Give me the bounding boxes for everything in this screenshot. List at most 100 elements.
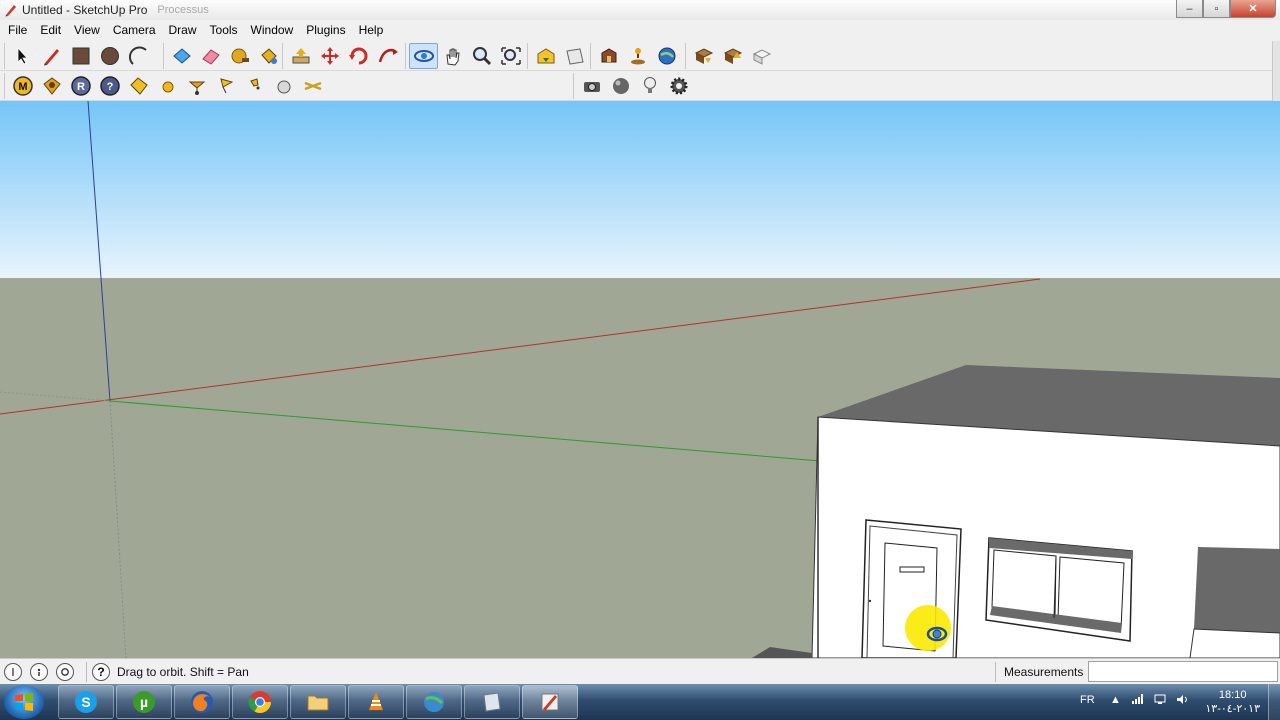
- get-models-icon[interactable]: [689, 43, 718, 69]
- measurements-input[interactable]: [1088, 661, 1278, 682]
- main-toolbar: [0, 41, 1272, 71]
- m-icon[interactable]: M: [8, 73, 37, 99]
- menu-view[interactable]: View: [66, 23, 105, 37]
- toolbar-group-camera: [405, 43, 525, 69]
- pin-icon[interactable]: [240, 73, 269, 99]
- language-indicator[interactable]: FR: [1080, 694, 1095, 706]
- question-icon[interactable]: ?: [95, 73, 124, 99]
- make-component-icon[interactable]: [167, 43, 196, 69]
- menu-tools[interactable]: Tools: [202, 23, 243, 37]
- maximize-button[interactable]: ▫: [1203, 0, 1230, 18]
- line-icon[interactable]: [37, 43, 66, 69]
- extension-icon[interactable]: [747, 43, 776, 69]
- toolbar-group-components: [685, 43, 776, 69]
- ball-icon[interactable]: [606, 73, 635, 99]
- measurements-label: Measurements: [1004, 665, 1084, 679]
- google-earth-icon[interactable]: [652, 43, 681, 69]
- signal-icon[interactable]: [1132, 694, 1144, 707]
- firefox-icon[interactable]: [174, 685, 230, 719]
- menu-draw[interactable]: Draw: [161, 23, 202, 37]
- vlc-icon[interactable]: [348, 685, 404, 719]
- status-hint: Drag to orbit. Shift = Pan: [117, 665, 249, 679]
- circle-icon[interactable]: [95, 43, 124, 69]
- toolbar-group-google: [590, 43, 681, 69]
- add-location-icon[interactable]: [623, 43, 652, 69]
- bulb-icon[interactable]: [635, 73, 664, 99]
- rectangle-icon[interactable]: [66, 43, 95, 69]
- photo-textures-icon[interactable]: [594, 43, 623, 69]
- rotate-icon[interactable]: [344, 43, 373, 69]
- arc-icon[interactable]: [124, 43, 153, 69]
- menu-plugins[interactable]: Plugins: [298, 23, 350, 37]
- zoom-extents-icon[interactable]: [496, 43, 525, 69]
- cone-icon[interactable]: [182, 73, 211, 99]
- close-button[interactable]: ✕: [1230, 0, 1276, 18]
- select-icon[interactable]: [8, 43, 37, 69]
- gear-icon[interactable]: [664, 73, 693, 99]
- orbit-icon[interactable]: [409, 43, 438, 69]
- tape-measure-icon[interactable]: [225, 43, 254, 69]
- network-tray-icon[interactable]: [1154, 694, 1166, 708]
- flag-icon[interactable]: [211, 73, 240, 99]
- network-icon[interactable]: [406, 685, 462, 719]
- window-ghost-title: Processus: [157, 4, 209, 16]
- sketchup-icon[interactable]: [522, 685, 578, 719]
- menu-help[interactable]: Help: [351, 23, 389, 37]
- chrome-icon[interactable]: [232, 685, 288, 719]
- volume-icon[interactable]: [1176, 694, 1188, 708]
- eraser-icon[interactable]: [196, 43, 225, 69]
- share-model-icon[interactable]: [560, 43, 589, 69]
- utorrent-icon[interactable]: µ: [116, 685, 172, 719]
- toolbar-group-warehouse: [527, 43, 589, 69]
- lines-icon[interactable]: [298, 73, 327, 99]
- toolbar-group-draw: [4, 43, 153, 69]
- sphere-icon[interactable]: [269, 73, 298, 99]
- toolbar-scrollbar[interactable]: [1272, 41, 1280, 101]
- menu-camera[interactable]: Camera: [105, 23, 161, 37]
- menu-edit[interactable]: Edit: [32, 23, 66, 37]
- follow-me-icon[interactable]: [373, 43, 402, 69]
- cursor-highlight: [905, 605, 951, 651]
- share-component-icon[interactable]: [718, 43, 747, 69]
- status-separator: [86, 662, 87, 682]
- pan-icon[interactable]: [438, 43, 467, 69]
- r-icon[interactable]: R: [66, 73, 95, 99]
- tag-icon[interactable]: [124, 73, 153, 99]
- model-viewport[interactable]: [0, 101, 1280, 658]
- tray-expand-icon[interactable]: ▲: [1110, 694, 1121, 706]
- toolbar-group-render: [573, 73, 693, 99]
- house-side-opening: [1194, 547, 1280, 633]
- credits-icon[interactable]: [30, 663, 48, 681]
- show-desktop-button[interactable]: [1268, 684, 1280, 720]
- system-tray: FR ▲ 18:10 ٢٠١٣-٠٤-١٣: [1070, 684, 1280, 720]
- camera-icon[interactable]: [577, 73, 606, 99]
- start-button[interactable]: [4, 685, 44, 719]
- dot-icon[interactable]: [153, 73, 182, 99]
- push-pull-icon[interactable]: [286, 43, 315, 69]
- windows-taskbar: S µ FR ▲ 18:10 ٢٠١٣-٠٤-١٣: [0, 684, 1280, 720]
- menu-window[interactable]: Window: [243, 23, 299, 37]
- paint-bucket-icon[interactable]: [254, 43, 283, 69]
- notes-icon[interactable]: [464, 685, 520, 719]
- clock-date: ٢٠١٣-٠٤-١٣: [1205, 703, 1260, 715]
- menu-bar: File Edit View Camera Draw Tools Window …: [0, 20, 1280, 40]
- sign-in-icon[interactable]: [56, 663, 74, 681]
- sketchup-app-icon: [3, 2, 19, 18]
- svg-text:S: S: [81, 694, 90, 710]
- svg-text:µ: µ: [140, 694, 148, 710]
- warehouse-icon[interactable]: [531, 43, 560, 69]
- zoom-icon[interactable]: [467, 43, 496, 69]
- gem-icon[interactable]: [37, 73, 66, 99]
- help-icon[interactable]: ?: [92, 663, 110, 681]
- clock[interactable]: 18:10 ٢٠١٣-٠٤-١٣: [1205, 688, 1260, 716]
- windows-logo-icon: [15, 693, 33, 711]
- svg-text:R: R: [77, 81, 85, 93]
- minimize-button[interactable]: –: [1176, 0, 1203, 18]
- measurements-separator: [995, 662, 996, 682]
- folder-icon[interactable]: [290, 685, 346, 719]
- viewport-canvas[interactable]: [0, 101, 1280, 658]
- move-icon[interactable]: [315, 43, 344, 69]
- geo-location-icon[interactable]: [4, 663, 22, 681]
- skype-icon[interactable]: S: [58, 685, 114, 719]
- menu-file[interactable]: File: [0, 23, 32, 37]
